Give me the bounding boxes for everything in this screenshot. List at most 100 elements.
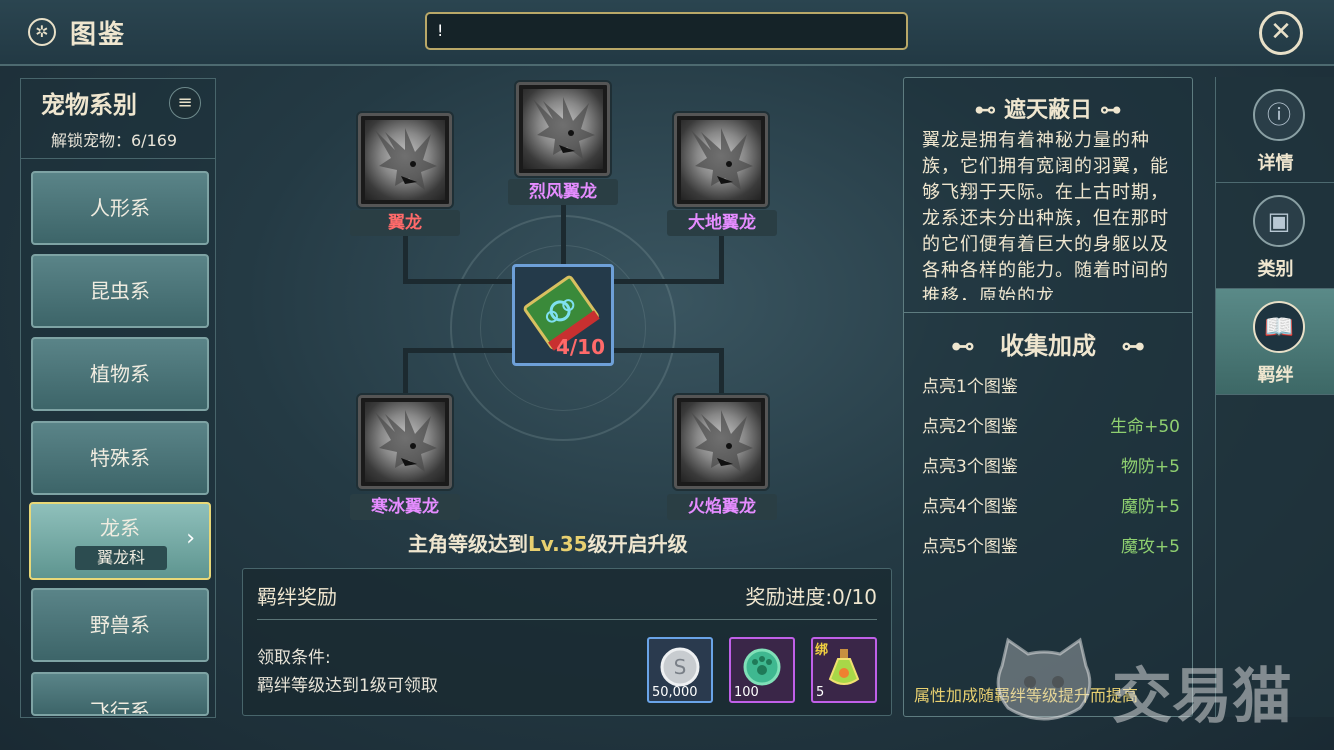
- bonus-row: 点亮1个图鉴: [922, 372, 1180, 397]
- bonus-label: 点亮4个图鉴: [922, 497, 1018, 517]
- category-button-special[interactable]: 特殊系: [31, 421, 209, 495]
- page-title: 图鉴: [70, 20, 127, 50]
- reward-item-token[interactable]: 100: [729, 637, 795, 703]
- divider: [904, 312, 1192, 313]
- pet-slot-gale-pterosaur[interactable]: [516, 82, 610, 176]
- upgrade-suffix: 级开启升级: [587, 532, 688, 556]
- dragon-portrait-icon: [365, 402, 445, 482]
- compass-icon: ✲: [28, 18, 56, 46]
- bonus-value: 魔攻+5: [1120, 537, 1180, 557]
- pet-name-label: 寒冰翼龙: [350, 494, 460, 520]
- tab-label: 类别: [1257, 259, 1294, 280]
- info-panel: ⊷ 遮天蔽日 ⊶ 翼龙是拥有着神秘力量的种族，它们拥有宽阔的羽翼，能够飞翔于天际…: [903, 77, 1193, 717]
- bonus-title-text: 收集加成: [1000, 332, 1096, 360]
- dragon-portrait-icon: [523, 89, 603, 169]
- close-button[interactable]: ✕: [1259, 11, 1303, 55]
- pet-slot-fire-pterosaur[interactable]: [674, 395, 768, 489]
- ornament-right-icon: ⊶: [1096, 332, 1146, 360]
- dragon-portrait-icon: [365, 120, 445, 200]
- category-button-plant[interactable]: 植物系: [31, 337, 209, 411]
- bonus-row: 点亮5个图鉴 魔攻+5: [922, 532, 1180, 557]
- right-tab-bar: ⓘ 详情 ▣ 类别 📖 羁绊: [1215, 77, 1334, 717]
- category-book-icon: ▣: [1253, 195, 1305, 247]
- open-book-icon: 📖: [1253, 301, 1305, 353]
- divider: [257, 619, 877, 620]
- category-label: 龙系: [100, 516, 140, 540]
- category-title: 宠物系别: [41, 91, 137, 119]
- bonus-title: ⊷ 收集加成 ⊶: [904, 326, 1192, 361]
- item-count: 100: [734, 685, 759, 700]
- dragon-portrait-icon: [681, 120, 761, 200]
- pet-slot-ice-pterosaur[interactable]: [358, 395, 452, 489]
- bonus-value: 魔防+5: [1120, 497, 1180, 517]
- info-title-text: 遮天蔽日: [1003, 98, 1092, 123]
- close-icon: ✕: [1270, 17, 1292, 47]
- connector-line: [612, 279, 724, 284]
- upgrade-requirement: 主角等级达到Lv.35级开启升级: [408, 528, 688, 557]
- connector-line: [403, 236, 408, 284]
- category-header: 宠物系别 ≡ 解锁宠物：6/169: [21, 79, 215, 159]
- tab-details[interactable]: ⓘ 详情: [1216, 77, 1334, 183]
- potion-bottle-icon: [828, 649, 860, 685]
- connector-line: [403, 348, 408, 398]
- pet-name-label: 大地翼龙: [667, 210, 777, 236]
- category-button-beast[interactable]: 野兽系: [31, 588, 209, 662]
- notice-bar: !: [425, 12, 908, 50]
- tab-label: 羁绊: [1257, 365, 1294, 386]
- reward-item-potion[interactable]: 绑 5: [811, 637, 877, 703]
- pet-slot-pterosaur[interactable]: [358, 113, 452, 207]
- item-count: 5: [816, 685, 825, 700]
- connector-line: [561, 202, 566, 266]
- bonus-label: 点亮1个图鉴: [922, 377, 1018, 397]
- pet-name-label: 烈风翼龙: [508, 179, 618, 205]
- bonus-value: 物防+5: [1120, 457, 1180, 477]
- bond-book-slot[interactable]: 4/10: [512, 264, 614, 366]
- bond-reward-panel: 羁绊奖励 奖励进度:0/10 领取条件: 羁绊等级达到1级可领取 S 50,00…: [242, 568, 892, 716]
- category-panel: 宠物系别 ≡ 解锁宠物：6/169 人形系 昆虫系 植物系 特殊系 龙系 翼龙科…: [20, 78, 216, 718]
- category-button-insect[interactable]: 昆虫系: [31, 254, 209, 328]
- ornament-left-icon: ⊷: [950, 332, 1000, 360]
- dragon-portrait-icon: [681, 402, 761, 482]
- condition-label: 领取条件:: [257, 648, 331, 668]
- connector-line: [403, 348, 515, 353]
- connector-line: [403, 279, 515, 284]
- chevron-right-icon: ›: [186, 526, 195, 551]
- connector-line: [719, 348, 724, 398]
- item-count: 50,000: [652, 685, 698, 700]
- pet-name-label: 翼龙: [350, 210, 460, 236]
- info-title: ⊷ 遮天蔽日 ⊶: [904, 92, 1192, 124]
- pet-slot-earth-pterosaur[interactable]: [674, 113, 768, 207]
- upgrade-level: Lv.35: [528, 532, 588, 556]
- bound-tag: 绑: [815, 643, 829, 658]
- svg-text:S: S: [674, 655, 687, 679]
- tab-bond[interactable]: 📖 羁绊: [1216, 289, 1334, 395]
- connector-line: [612, 348, 724, 353]
- top-bar: ✲ 图鉴 ! ✕: [0, 0, 1334, 66]
- connector-line: [719, 236, 724, 284]
- bonus-row: 点亮3个图鉴 物防+5: [922, 452, 1180, 477]
- watermark-text: 交易猫: [1112, 662, 1292, 732]
- subcategory-badge: 翼龙科: [75, 546, 167, 570]
- bonus-label: 点亮2个图鉴: [922, 417, 1018, 437]
- category-button-humanoid[interactable]: 人形系: [31, 171, 209, 245]
- ornament-right-icon: ⊶: [1092, 98, 1122, 123]
- ornament-left-icon: ⊷: [974, 98, 1004, 123]
- upgrade-prefix: 主角等级达到: [408, 532, 528, 556]
- bonus-label: 点亮5个图鉴: [922, 537, 1018, 557]
- info-description[interactable]: 翼龙是拥有着神秘力量的种族，它们拥有宽阔的羽翼，能够飞翔于天际。在上古时期，龙系…: [922, 128, 1180, 300]
- reward-item-silver[interactable]: S 50,000: [647, 637, 713, 703]
- category-button-dragon[interactable]: 龙系 翼龙科 ›: [29, 502, 211, 580]
- tab-category[interactable]: ▣ 类别: [1216, 183, 1334, 289]
- pet-name-label: 火焰翼龙: [667, 494, 777, 520]
- unlock-count: 解锁宠物：6/169: [51, 131, 178, 150]
- menu-icon[interactable]: ≡: [169, 87, 201, 119]
- tab-label: 详情: [1257, 153, 1294, 174]
- condition-text: 羁绊等级达到1级可领取: [257, 676, 438, 696]
- bonus-value: 生命+50: [1110, 417, 1180, 437]
- silver-coin-icon: S: [660, 647, 700, 687]
- category-button-flying[interactable]: 飞行系: [31, 672, 209, 716]
- info-icon: ⓘ: [1253, 89, 1305, 141]
- bonus-label: 点亮3个图鉴: [922, 457, 1018, 477]
- watermark-cat-logo-icon: [996, 637, 1092, 721]
- bonus-row: 点亮4个图鉴 魔防+5: [922, 492, 1180, 517]
